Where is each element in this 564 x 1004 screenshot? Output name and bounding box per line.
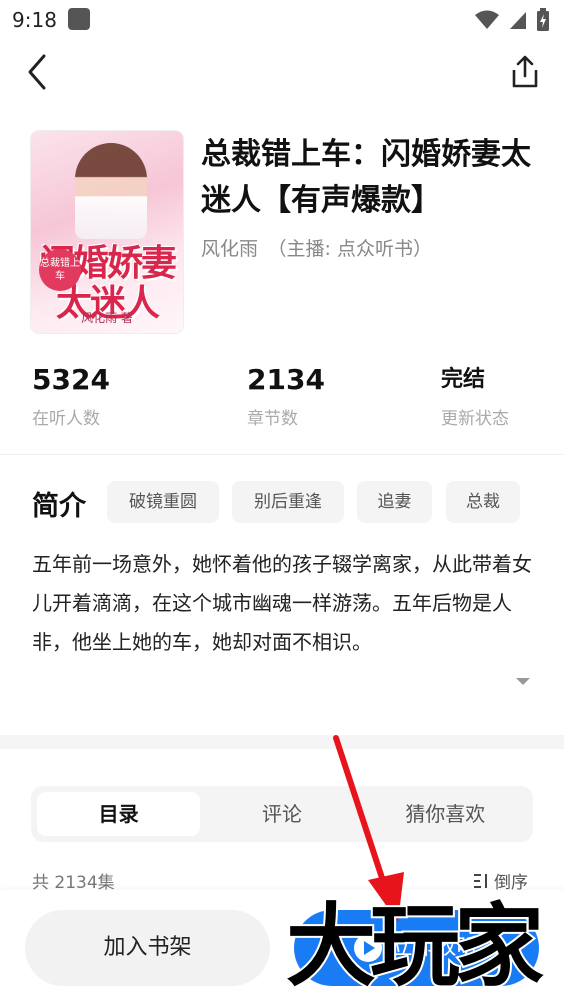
tag-item[interactable]: 追妻 xyxy=(357,481,432,523)
share-icon xyxy=(512,55,538,88)
divider xyxy=(0,454,564,455)
status-bar: 9:18 xyxy=(0,0,564,38)
book-cover: 闪婚娇妻太迷人 总裁错上车 风化雨 著 xyxy=(31,131,183,333)
tag-item[interactable]: 别后重逢 xyxy=(232,481,344,523)
sort-icon xyxy=(474,873,487,888)
stat-listeners: 5324 在听人数 xyxy=(32,362,110,429)
status-icons xyxy=(474,8,550,32)
back-button[interactable] xyxy=(22,52,52,92)
stat-status: 完结 更新状态 xyxy=(441,362,509,429)
back-icon xyxy=(28,54,46,90)
book-author: 风化雨 （主播: 点众听书） xyxy=(201,238,432,260)
stat-label: 更新状态 xyxy=(441,409,509,429)
signal-icon xyxy=(510,12,526,29)
cover-author: 风化雨 著 xyxy=(81,311,133,325)
tab-catalog[interactable]: 目录 xyxy=(37,792,201,836)
tag-item[interactable]: 总裁 xyxy=(446,481,520,523)
wifi-icon xyxy=(475,10,499,29)
tab-bar: 目录 评论 猜你喜欢 xyxy=(31,786,533,842)
expand-icon[interactable] xyxy=(516,678,530,685)
battery-icon xyxy=(537,8,549,31)
share-button[interactable] xyxy=(508,54,542,90)
intro-heading: 简介 xyxy=(32,491,86,522)
stat-chapters: 2134 章节数 xyxy=(247,362,325,429)
book-title: 总裁错上车：闪婚娇妻太迷人【有声爆款】 xyxy=(201,137,531,218)
intro-text: 五年前一场意外，她怀着他的孩子辍学离家，从此带着女儿开着滴滴，在这个城市幽魂一样… xyxy=(32,552,532,654)
cover-illustration xyxy=(75,143,147,239)
stat-value: 完结 xyxy=(441,367,486,392)
stat-value: 2134 xyxy=(247,363,325,396)
section-divider xyxy=(0,735,564,749)
watermark-logo: 大玩家 xyxy=(284,892,546,1000)
stat-value: 5324 xyxy=(32,363,110,396)
stat-label: 在听人数 xyxy=(32,409,100,429)
status-time: 9:18 xyxy=(12,8,57,32)
cover-badge: 总裁错上车 xyxy=(39,249,81,291)
stat-label: 章节数 xyxy=(247,409,298,429)
tag-item[interactable]: 破镜重圆 xyxy=(107,481,219,523)
app-notification-icon xyxy=(68,8,90,30)
add-to-shelf-button[interactable]: 加入书架 xyxy=(25,910,270,986)
